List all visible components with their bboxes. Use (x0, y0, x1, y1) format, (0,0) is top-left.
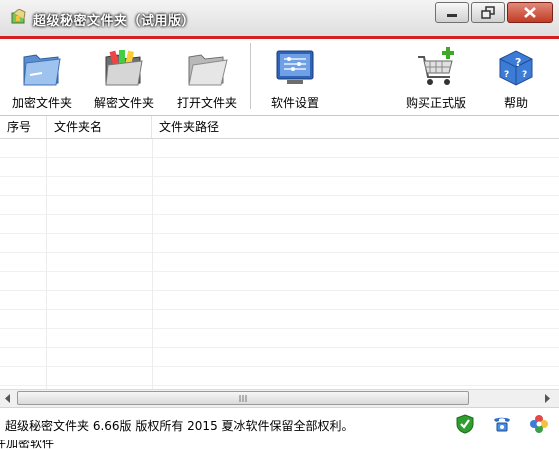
buy-full-version-button[interactable]: 购买正式版 (398, 41, 474, 113)
svg-text:?: ? (522, 70, 527, 80)
colorful-flower-icon[interactable] (529, 414, 549, 434)
decrypt-folder-button[interactable]: 解密文件夹 (86, 41, 162, 113)
column-header-folder-name[interactable]: 文件夹名 (47, 116, 152, 138)
software-settings-label: 软件设置 (270, 96, 319, 110)
app-window: 超级秘密文件夹（试用版） 加密文件夹 解密文件夹 打开文件夹 软件设置 购买正式… (0, 0, 559, 440)
status-bar: 超级秘密文件夹 6.66版 版权所有 2015 夏冰软件保留全部权利。 (0, 407, 559, 440)
column-divider (46, 139, 47, 389)
open-folder-button[interactable]: 打开文件夹 (169, 41, 245, 113)
svg-text:?: ? (504, 70, 509, 80)
folder-open-icon (188, 54, 228, 86)
table-header: 序号 文件夹名 文件夹路径 (0, 116, 559, 139)
decrypt-folder-label: 解密文件夹 (93, 96, 154, 110)
scroll-left-icon[interactable] (0, 390, 17, 407)
close-icon (524, 7, 536, 18)
column-header-folder-path[interactable]: 文件夹路径 (152, 116, 559, 138)
column-divider (152, 139, 153, 389)
telephone-icon[interactable] (492, 414, 512, 434)
title-bar[interactable]: 超级秘密文件夹（试用版） (0, 0, 559, 36)
shield-check-icon[interactable] (455, 414, 475, 434)
encrypt-folder-button[interactable]: 加密文件夹 (4, 41, 80, 113)
folder-unlock-icon (105, 50, 143, 86)
shopping-cart-icon (418, 47, 454, 85)
column-header-index[interactable]: 序号 (0, 116, 47, 138)
open-folder-label: 打开文件夹 (176, 96, 237, 110)
help-label: 帮助 (503, 96, 528, 110)
grip-icon (239, 395, 247, 402)
close-button[interactable] (507, 2, 553, 23)
background-window-strip: 件加密软件 (0, 440, 559, 449)
buy-full-version-label: 购买正式版 (405, 96, 466, 110)
svg-text:?: ? (515, 56, 521, 69)
help-button[interactable]: ? ? ? 帮助 (486, 41, 546, 113)
settings-icon (276, 50, 314, 84)
restore-icon (481, 6, 495, 19)
software-settings-button[interactable]: 软件设置 (258, 41, 332, 113)
toolbar: 加密文件夹 解密文件夹 打开文件夹 软件设置 购买正式版 ? ? ? 帮助 (0, 39, 559, 116)
horizontal-scrollbar[interactable] (0, 389, 559, 407)
encrypt-folder-label: 加密文件夹 (11, 96, 72, 110)
folder-lock-icon (23, 54, 61, 86)
window-title: 超级秘密文件夹（试用版） (33, 14, 196, 29)
scroll-right-icon[interactable] (538, 390, 555, 407)
background-window-text: 件加密软件 (0, 440, 55, 449)
minimize-icon (447, 14, 457, 17)
scrollbar-thumb[interactable] (17, 391, 469, 405)
toolbar-separator (250, 43, 251, 109)
restore-button[interactable] (471, 2, 505, 23)
copyright-text: 超级秘密文件夹 6.66版 版权所有 2015 夏冰软件保留全部权利。 (5, 419, 354, 433)
minimize-button[interactable] (435, 2, 469, 23)
window-controls (433, 2, 553, 23)
help-icon: ? ? ? (499, 50, 533, 86)
folder-list[interactable] (0, 139, 559, 389)
app-icon (11, 9, 26, 24)
